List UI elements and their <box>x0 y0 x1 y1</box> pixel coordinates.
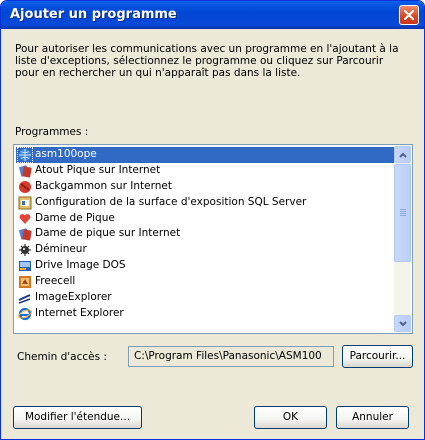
list-item[interactable]: ImageExplorer <box>16 290 394 306</box>
path-field[interactable]: C:\Program Files\Panasonic\ASM100 <box>128 346 334 367</box>
heart-icon <box>18 212 32 226</box>
list-item-label: Internet Explorer <box>35 306 124 319</box>
list-item[interactable]: Backgammon sur Internet <box>16 179 394 195</box>
globe-icon <box>17 146 33 163</box>
title-bar[interactable]: Ajouter un programme <box>1 1 424 29</box>
list-item-label: Démineur <box>35 243 87 256</box>
ok-button[interactable]: OK <box>254 406 327 429</box>
minesweeper-icon <box>18 243 32 257</box>
instructions-text: Pour autoriser les communications avec u… <box>15 43 399 79</box>
list-item-label: ImageExplorer <box>35 291 112 304</box>
scrollbar-thumb[interactable] <box>394 164 411 262</box>
list-item-label: Dame de pique sur Internet <box>35 227 181 240</box>
close-button[interactable] <box>399 5 419 25</box>
list-item[interactable]: Drive Image DOS <box>16 258 394 274</box>
list-item-label: Atout Pique sur Internet <box>35 163 161 176</box>
internet-explorer-icon <box>18 307 32 321</box>
list-item[interactable]: Freecell <box>16 274 394 290</box>
list-item[interactable]: Dame de pique sur Internet <box>16 226 394 242</box>
image-explorer-icon <box>18 291 32 305</box>
list-item-label: Drive Image DOS <box>35 259 126 272</box>
list-item-label: asm100ope <box>35 148 97 160</box>
sql-config-icon <box>18 196 32 210</box>
vertical-scrollbar[interactable] <box>394 146 411 332</box>
programs-listbox[interactable]: asm100ope Atout Pique sur Internet Backgam… <box>13 144 413 334</box>
scroll-up-button[interactable] <box>394 146 411 163</box>
list-item[interactable]: Internet Explorer <box>16 306 394 322</box>
cancel-button[interactable]: Annuler <box>336 406 409 429</box>
card-game-icon <box>18 227 32 241</box>
list-item[interactable]: Dame de Pique <box>16 211 394 227</box>
close-icon <box>404 10 414 20</box>
list-item[interactable]: Atout Pique sur Internet <box>16 163 394 179</box>
list-item[interactable]: asm100ope <box>16 146 394 163</box>
freecell-icon <box>18 275 32 289</box>
drive-image-icon <box>18 259 32 273</box>
backgammon-icon <box>18 180 32 194</box>
programs-list: asm100ope Atout Pique sur Internet Backgam… <box>16 146 394 322</box>
add-program-dialog: Ajouter un programme Pour autoriser les … <box>0 0 425 440</box>
card-game-icon <box>18 164 32 178</box>
list-item-label: Dame de Pique <box>35 211 115 224</box>
chevron-up-icon <box>399 152 407 158</box>
scroll-down-button[interactable] <box>394 315 411 332</box>
list-item[interactable]: Configuration de la surface d'exposition… <box>16 195 394 211</box>
list-item-label: Backgammon sur Internet <box>35 179 172 192</box>
dialog-title: Ajouter un programme <box>10 7 177 22</box>
list-item[interactable]: Démineur <box>16 242 394 258</box>
chevron-down-icon <box>399 321 407 327</box>
change-scope-button[interactable]: Modifier l'étendue... <box>13 406 142 429</box>
path-label: Chemin d'accès : <box>17 351 107 363</box>
browse-button[interactable]: Parcourir... <box>342 345 413 368</box>
list-item-label: Configuration de la surface d'exposition… <box>35 195 307 208</box>
programs-label: Programmes : <box>15 126 89 138</box>
list-item-label: Freecell <box>35 275 76 288</box>
